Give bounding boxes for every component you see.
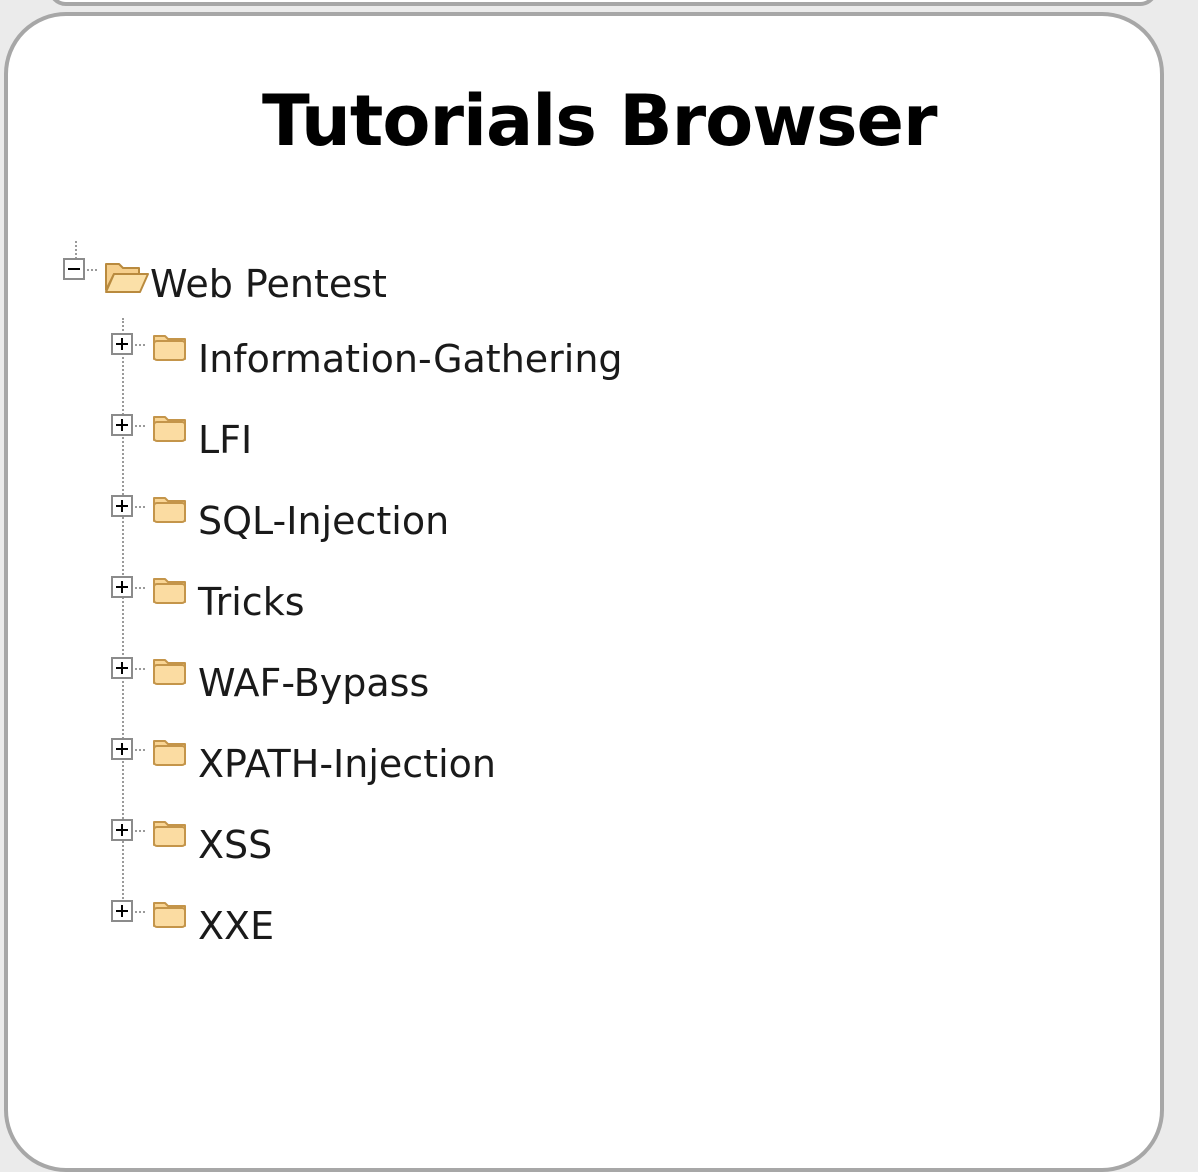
tree-connector <box>87 269 97 271</box>
tree-connector <box>135 911 145 913</box>
tree-connector <box>135 344 145 346</box>
tree-item-label[interactable]: LFI <box>198 417 252 463</box>
collapse-toggle-icon[interactable] <box>63 258 85 280</box>
folder-icon <box>153 578 186 604</box>
expand-toggle-icon[interactable] <box>111 495 133 517</box>
tree-connector <box>135 587 145 589</box>
expand-toggle-icon[interactable] <box>111 738 133 760</box>
folder-icon <box>153 740 186 766</box>
expand-toggle-icon[interactable] <box>111 414 133 436</box>
tree-item-label[interactable]: XPATH-Injection <box>198 741 496 787</box>
folder-icon <box>153 497 186 523</box>
tree-connector <box>135 749 145 751</box>
expand-toggle-icon[interactable] <box>111 576 133 598</box>
tree-item-label[interactable]: Information-Gathering <box>198 336 623 382</box>
tree-item-label[interactable]: WAF-Bypass <box>198 660 429 706</box>
tree-item-label[interactable]: XSS <box>198 822 272 868</box>
folder-icon <box>153 416 186 442</box>
tree-connector <box>135 830 145 832</box>
expand-toggle-icon[interactable] <box>111 819 133 841</box>
folder-icon <box>153 821 186 847</box>
folder-icon <box>153 335 186 361</box>
expand-toggle-icon[interactable] <box>111 900 133 922</box>
tree-connector <box>135 506 145 508</box>
tree-item-label[interactable]: Tricks <box>198 579 305 625</box>
tree-item-label[interactable]: XXE <box>198 903 274 949</box>
folder-icon <box>153 659 186 685</box>
tree-item-label[interactable]: SQL-Injection <box>198 498 449 544</box>
tree-connector <box>135 668 145 670</box>
folder-icon <box>153 902 186 928</box>
expand-toggle-icon[interactable] <box>111 333 133 355</box>
tree-connector <box>135 425 145 427</box>
top-panel <box>48 0 1158 6</box>
page-title: Tutorials Browser <box>262 80 938 162</box>
expand-toggle-icon[interactable] <box>111 657 133 679</box>
folder-open-icon <box>105 263 149 293</box>
tree-root-label[interactable]: Web Pentest <box>150 261 387 307</box>
tree-connector <box>75 241 77 259</box>
